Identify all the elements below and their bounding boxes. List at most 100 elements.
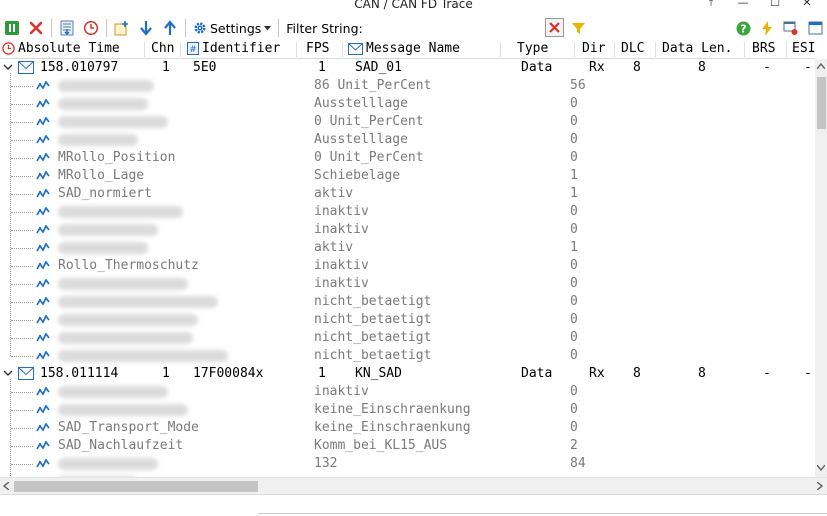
expand-toggle[interactable] xyxy=(3,60,13,78)
scroll-right-arrow-icon[interactable] xyxy=(817,482,823,490)
column-divider[interactable] xyxy=(500,42,501,57)
trigger-button[interactable] xyxy=(755,17,779,39)
signal-row[interactable]: MRollo_Lage Schiebelage 1 xyxy=(0,167,815,185)
close-window-button[interactable]: ✕ xyxy=(791,0,823,11)
apply-filter-button[interactable] xyxy=(566,17,590,39)
signal-row[interactable]: Rollo_Thermoschutz inaktiv 0 xyxy=(0,257,815,275)
signal-name-text: SAD_Nachlaufzeit xyxy=(58,438,184,453)
chevron-down-icon xyxy=(3,64,13,70)
expand-all-button[interactable] xyxy=(110,17,134,39)
column-divider[interactable] xyxy=(786,42,787,57)
expand-toggle[interactable] xyxy=(3,366,13,384)
pin-window-button[interactable]: ⤒ xyxy=(695,0,727,11)
signal-value: keine_Einschraenkung xyxy=(314,420,471,435)
scroll-down-button[interactable] xyxy=(134,17,158,39)
signal-row[interactable]: aktiv 1 xyxy=(0,239,815,257)
tree-connector xyxy=(11,194,33,195)
signal-row[interactable]: inaktiv 0 xyxy=(0,275,815,293)
tree-connector xyxy=(11,428,33,429)
gear-icon xyxy=(194,22,206,34)
scroll-up-arrow-icon[interactable] xyxy=(817,63,825,69)
column-dir[interactable]: Dir xyxy=(582,41,605,56)
clear-filter-button[interactable] xyxy=(545,18,564,37)
message-row[interactable]: 158.011114 1 17F00084x 1 KN_SAD Data Rx 8 8 - - xyxy=(0,365,815,383)
envelope-icon xyxy=(348,42,363,55)
signal-icon xyxy=(36,386,50,401)
pause-button[interactable] xyxy=(0,17,24,39)
signal-row[interactable]: Ausstelllage 0 xyxy=(0,131,815,149)
column-fps[interactable]: FPS xyxy=(306,41,329,56)
column-divider[interactable] xyxy=(655,42,656,57)
signal-row[interactable]: 86 Unit_PerCent 56 xyxy=(0,77,815,95)
signal-row[interactable]: MRollo_Position 0 Unit_PerCent 0 xyxy=(0,149,815,167)
signal-row[interactable]: inaktiv 0 xyxy=(0,221,815,239)
signal-name xyxy=(58,78,154,93)
redacted-text xyxy=(58,277,188,290)
signal-row[interactable]: 0 Unit_PerCent 0 xyxy=(0,113,815,131)
column-data-len[interactable]: Data Len. xyxy=(662,41,732,56)
signal-row[interactable]: inaktiv 0 xyxy=(0,203,815,221)
minimize-button[interactable]: — xyxy=(727,0,759,11)
signal-value: Komm_bei_KL15_AUS xyxy=(314,438,448,453)
signal-value: inaktiv xyxy=(314,384,369,399)
signal-row[interactable]: SAD_Nachlaufzeit Komm_bei_KL15_AUS 2 xyxy=(0,437,815,455)
signal-name-text: SAD_Transport_Mode xyxy=(58,420,199,435)
trace-grid[interactable]: 158.010797 1 5E0 1 SAD_01 Data Rx 8 8 - - 86 Unit_P… xyxy=(0,59,815,477)
column-type[interactable]: Type xyxy=(517,41,548,56)
horizontal-scrollbar[interactable] xyxy=(0,477,827,494)
cell-direction: Rx xyxy=(589,366,605,381)
column-esi[interactable]: ESI xyxy=(792,41,815,56)
scroll-left-arrow-icon[interactable] xyxy=(3,482,9,490)
tree-connector xyxy=(11,392,33,393)
column-dlc[interactable]: DLC xyxy=(621,41,644,56)
scroll-down-arrow-icon[interactable] xyxy=(817,465,825,471)
column-message-name[interactable]: Message Name xyxy=(348,41,460,56)
signal-row[interactable]: Ausstelllage 0 xyxy=(0,95,815,113)
signal-row[interactable]: inaktiv 0 xyxy=(0,383,815,401)
signal-name: MRollo_Lage xyxy=(58,168,144,183)
column-divider[interactable] xyxy=(744,42,745,57)
column-divider[interactable] xyxy=(614,42,615,57)
signal-row[interactable]: nicht_betaetigt 0 xyxy=(0,329,815,347)
column-label: FPS xyxy=(306,41,330,56)
column-divider[interactable] xyxy=(180,42,181,57)
filter-string-input[interactable] xyxy=(346,17,544,37)
message-row[interactable]: 158.010797 1 5E0 1 SAD_01 Data Rx 8 8 - - xyxy=(0,59,815,77)
column-divider[interactable] xyxy=(144,42,145,57)
scroll-up-button[interactable] xyxy=(158,17,182,39)
signal-icon xyxy=(36,296,50,311)
cell-type: Data xyxy=(521,366,553,381)
maximize-button[interactable]: ☐ xyxy=(759,0,791,11)
signal-row[interactable]: nicht_betaetigt 0 xyxy=(0,293,815,311)
signal-raw-value: 0 xyxy=(570,258,578,273)
time-mode-button[interactable] xyxy=(79,17,103,39)
signal-wave-icon xyxy=(36,260,50,270)
column-divider[interactable] xyxy=(342,42,343,57)
vertical-scrollbar[interactable] xyxy=(815,59,827,477)
detach-window-button[interactable] xyxy=(803,17,827,39)
column-divider[interactable] xyxy=(296,42,297,57)
settings-dropdown-button[interactable]: Settings xyxy=(189,17,275,39)
signal-name xyxy=(58,240,148,255)
tree-connector xyxy=(11,464,33,465)
signal-row[interactable]: keine_Einschraenkung 0 xyxy=(0,401,815,419)
help-button[interactable]: ? xyxy=(731,17,755,39)
column-identifier[interactable]: # Identifier xyxy=(187,41,280,56)
vertical-scroll-thumb[interactable] xyxy=(817,77,826,129)
stop-button[interactable] xyxy=(24,17,48,39)
signal-row[interactable]: SAD_Transport_Mode keine_Einschraenkung 0 xyxy=(0,419,815,437)
column-chn[interactable]: Chn xyxy=(151,41,174,56)
signal-row[interactable]: nicht_betaetigt 0 xyxy=(0,347,815,365)
signal-row[interactable]: 132 84 xyxy=(0,455,815,473)
column-brs[interactable]: BRS xyxy=(752,41,775,56)
window-settings-button[interactable] xyxy=(779,17,803,39)
signal-row[interactable]: nicht_betaetigt 0 xyxy=(0,311,815,329)
horizontal-scroll-thumb[interactable] xyxy=(14,481,258,492)
column-absolute-time[interactable]: Absolute Time xyxy=(2,41,120,56)
signal-value: Schiebelage xyxy=(314,168,401,183)
signal-row[interactable]: SAD_normiert aktiv 1 xyxy=(0,185,815,203)
save-trace-button[interactable] xyxy=(55,17,79,39)
signal-value: nicht_betaetigt xyxy=(314,312,432,327)
column-divider[interactable] xyxy=(574,42,575,57)
toolbar-separator xyxy=(278,19,280,37)
